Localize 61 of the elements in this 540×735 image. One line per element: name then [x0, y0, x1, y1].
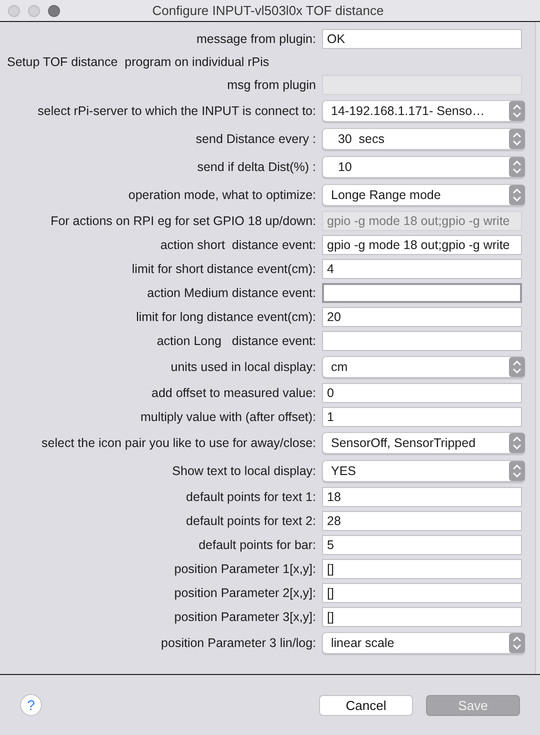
- field-label: units used in local display:: [170, 360, 316, 374]
- field-label: add offset to measured value:: [150, 386, 316, 400]
- text-field[interactable]: 18: [322, 487, 522, 507]
- field-label: select the icon pair you like to use for away/close:: [40, 436, 316, 450]
- field-label: default points for text 1:: [185, 490, 316, 504]
- minimize-icon[interactable]: [28, 4, 40, 16]
- stepper-icon: [509, 101, 525, 121]
- field-label: limit for short distance event(cm):: [130, 262, 316, 276]
- stepper-icon: [509, 357, 525, 377]
- field-label: position Parameter 3 lin/log:: [160, 636, 316, 650]
- field-label: Show text to local display:: [171, 464, 316, 478]
- dropdown[interactable]: YES: [322, 460, 525, 482]
- text-field[interactable]: OK: [322, 29, 522, 49]
- text-field[interactable]: 20: [322, 307, 522, 327]
- dropdown[interactable]: 14-192.168.1.171- Senso…: [322, 100, 525, 122]
- close-icon[interactable]: [8, 4, 20, 16]
- stepper-icon: [509, 185, 525, 205]
- text-field[interactable]: []: [322, 607, 522, 627]
- stepper-icon: [509, 461, 525, 481]
- field-label: select rPi-server to which the INPUT is connect to:: [36, 104, 316, 118]
- dropdown[interactable]: cm: [322, 356, 525, 378]
- field-label: send if delta Dist(%) :: [196, 160, 316, 174]
- dropdown[interactable]: 10: [322, 156, 525, 178]
- text-field[interactable]: 0: [322, 383, 522, 403]
- field-label: operation mode, what to optimize:: [127, 188, 316, 202]
- field-label: limit for long distance event(cm):: [135, 310, 316, 324]
- field-label: action Long distance event:: [156, 334, 316, 348]
- text-field[interactable]: 28: [322, 511, 522, 531]
- field-label: position Parameter 1[x,y]:: [173, 562, 316, 576]
- field-label: action Medium distance event:: [146, 286, 316, 300]
- field-label: default points for text 2:: [185, 514, 316, 528]
- field-label: position Parameter 2[x,y]:: [173, 586, 316, 600]
- dropdown[interactable]: 30 secs: [322, 128, 525, 150]
- field-label: message from plugin:: [195, 32, 316, 46]
- text-field[interactable]: [322, 331, 522, 351]
- dropdown[interactable]: linear scale: [322, 632, 525, 654]
- text-field[interactable]: [322, 283, 522, 303]
- text-field[interactable]: []: [322, 559, 522, 579]
- text-field[interactable]: 5: [322, 535, 522, 555]
- text-field[interactable]: []: [322, 583, 522, 603]
- dialog-button[interactable]: Cancel: [319, 694, 413, 716]
- text-field[interactable]: 4: [322, 259, 522, 279]
- stepper-icon: [509, 157, 525, 177]
- field-label: position Parameter 3[x,y]:: [173, 610, 316, 624]
- field-label: action short distance event:: [159, 238, 316, 252]
- field-label: default points for bar:: [198, 538, 316, 552]
- stepper-icon: [509, 433, 525, 453]
- text-field[interactable]: 1: [322, 407, 522, 427]
- section-note: Setup TOF distance program on individual rPis: [7, 55, 270, 69]
- dropdown[interactable]: Longe Range mode: [322, 184, 525, 206]
- stepper-icon: [509, 129, 525, 149]
- help-button[interactable]: ?: [20, 694, 42, 716]
- dropdown[interactable]: SensorOff, SensorTripped: [322, 432, 525, 454]
- field-label: msg from plugin: [226, 78, 316, 92]
- text-field[interactable]: gpio -g mode 18 out;gpio -g write: [322, 235, 522, 255]
- stepper-icon: [509, 633, 525, 653]
- zoom-icon[interactable]: [48, 4, 60, 16]
- field-label: send Distance every :: [194, 132, 316, 146]
- field-label: multiply value with (after offset):: [139, 410, 316, 424]
- field-label: For actions on RPI eg for set GPIO 18 up/down:: [50, 214, 316, 228]
- window-title: Configure INPUT-vl503l0x TOF distance: [151, 3, 385, 18]
